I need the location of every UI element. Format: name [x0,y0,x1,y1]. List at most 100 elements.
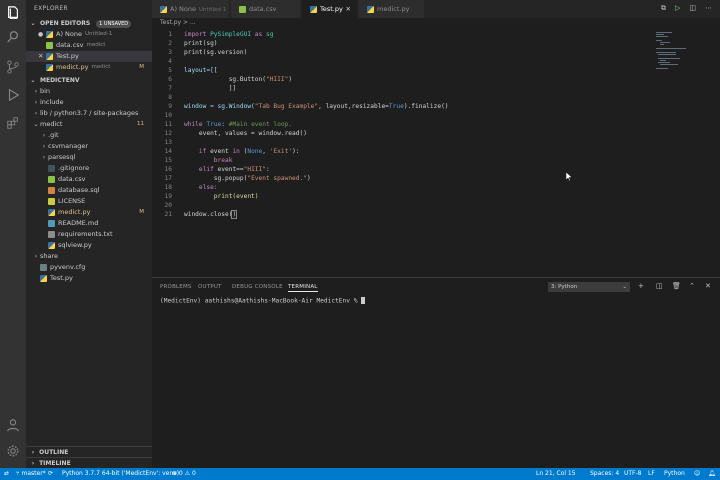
tree-folder[interactable]: › lib / python3.7 / site-packages [26,108,152,119]
open-editor-item-active[interactable]: ✕ Test.py [26,51,152,62]
tab-data-csv[interactable]: data.csv [231,0,301,18]
minimap[interactable] [656,30,706,70]
more-actions-icon[interactable]: ⋯ [705,4,712,13]
tree-folder[interactable]: › bin [26,86,152,97]
tree-label: medict [40,120,63,128]
tree-folder[interactable]: › parsesql [26,152,152,163]
open-editors-label: OPEN EDITORS [40,20,91,27]
encoding[interactable]: UTF-8 [624,468,642,480]
tab-problems[interactable]: PROBLEMS [160,284,192,290]
run-debug-icon[interactable] [6,88,20,102]
tree-file[interactable]: .gitignore [26,163,152,174]
branch-indicator[interactable]: ⑂ master* [16,468,46,480]
language-mode[interactable]: Python [664,468,685,480]
tree-label: bin [40,87,51,95]
code-token: while [184,121,203,128]
terminal-select[interactable]: 3: Python ⌄ [548,282,630,292]
unsaved-dot-icon[interactable]: ● [38,29,46,40]
open-editor-item[interactable]: ● A) None Untitled-1 [26,29,152,40]
files-icon[interactable] [6,6,20,20]
feedback-icon[interactable]: ☺ [694,468,700,480]
split-editor-icon[interactable]: ◫ [689,4,696,13]
indentation[interactable]: Spaces: 4 [590,468,619,480]
terminal-prompt-line[interactable]: (MedictEnv) aathishs@Aathishs-MacBook-Ai… [160,297,366,305]
breadcrumb[interactable]: Test.py > ... [160,19,196,29]
tree-file[interactable]: pyvenv.cfg [26,262,152,273]
tree-file[interactable]: requirements.txt [26,229,152,240]
sql-file-icon [48,187,55,194]
tab-untitled[interactable]: A) None Untitled-1 [152,0,230,18]
python-file-icon [46,64,53,71]
code-token: sg [262,31,274,38]
code-token: window = sg.Window( [184,103,255,110]
line-number: 15 [164,157,172,164]
timeline-section[interactable]: › TIMELINE [26,457,152,468]
problems-indicator[interactable]: ⊗ 0 ⚠ 0 [172,468,196,480]
close-panel-icon[interactable]: ✕ [705,282,711,290]
code-editor[interactable]: 1 import PySimpleGUI as sg 2 print(sg) 3 pr… [152,30,652,276]
code-line: window = sg.Window("Tab Bug Example", la… [184,102,449,111]
maximize-panel-icon[interactable]: ⌃ [689,282,695,290]
tree-file[interactable]: README.md [26,218,152,229]
tree-file[interactable]: sqlview.py [26,240,152,251]
line-ending[interactable]: LF [648,468,655,480]
run-icon[interactable]: ▷ [675,4,680,13]
branch-name: master* [21,470,46,477]
tree-folder[interactable]: › share [26,251,152,262]
tree-folder[interactable]: › .git [26,130,152,141]
workspace-header[interactable]: ⌄ MEDICTENV [26,75,152,86]
code-token: , [262,148,270,155]
line-number: 18 [164,184,172,191]
bracket-match: ) [231,210,238,219]
remote-indicator-icon[interactable]: ⇄ [4,468,9,480]
tree-label: csvmanager [48,142,89,150]
tree-label: include [40,98,64,106]
tree-folder[interactable]: › include [26,97,152,108]
tree-file[interactable]: database.sql [26,185,152,196]
terminal-cursor [361,297,366,304]
code-token: window.close( [184,211,233,218]
open-editor-label: data.csv [56,41,84,49]
config-file-icon [40,264,47,271]
code-token: import [184,31,207,38]
close-tab-icon[interactable]: ✕ [346,0,351,18]
code-token: sg.Button( [184,76,266,83]
cursor-position[interactable]: Ln 21, Col 15 [536,468,576,480]
open-editor-item[interactable]: medict.py medict M [26,62,152,73]
extensions-icon[interactable] [6,116,20,130]
tab-medict-py[interactable]: medict.py [359,0,425,18]
outline-section[interactable]: › OUTLINE [26,446,152,457]
tab-test-py[interactable]: Test.py ✕ [302,0,358,18]
tab-terminal[interactable]: TERMINAL [288,284,318,292]
compare-icon[interactable]: ⧉ [661,4,666,13]
add-terminal-icon[interactable]: + [638,282,644,290]
notifications-bell-icon[interactable]: 🔔︎ [708,468,716,480]
modified-indicator: M [139,64,144,70]
tree-file[interactable]: medict.py M [26,207,152,218]
outline-label: OUTLINE [39,449,69,456]
code-token: event== [213,166,244,173]
account-icon[interactable] [6,418,20,432]
tree-folder[interactable]: › csvmanager [26,141,152,152]
line-number: 17 [164,175,172,182]
open-editor-label: Test.py [56,52,79,60]
python-interpreter[interactable]: Python 3.7.7 64-bit ('MedictEnv': venv) [62,468,179,480]
csv-file-icon [46,42,53,49]
open-editors-header[interactable]: ⌄ OPEN EDITORS 1 UNSAVED [26,18,152,29]
split-terminal-icon[interactable]: ◫ [656,282,663,290]
search-icon[interactable] [6,30,20,44]
bottom-panel: PROBLEMS OUTPUT DEBUG CONSOLE TERMINAL 3… [152,277,720,468]
open-editor-item[interactable]: data.csv medict [26,40,152,51]
line-number: 8 [168,94,172,101]
settings-gear-icon[interactable] [6,444,20,458]
tree-file[interactable]: LICENSE [26,196,152,207]
trash-icon[interactable]: 🗑 [672,282,681,290]
sync-icon[interactable]: ⟳ [48,468,53,480]
source-control-icon[interactable] [6,60,20,74]
tree-file[interactable]: data.csv [26,174,152,185]
tab-debug-console[interactable]: DEBUG CONSOLE [232,284,283,290]
tree-folder[interactable]: ⌄ medict 11 [26,119,152,130]
close-icon[interactable]: ✕ [38,51,46,62]
tab-output[interactable]: OUTPUT [198,284,222,290]
tree-file[interactable]: Test.py [26,273,152,284]
